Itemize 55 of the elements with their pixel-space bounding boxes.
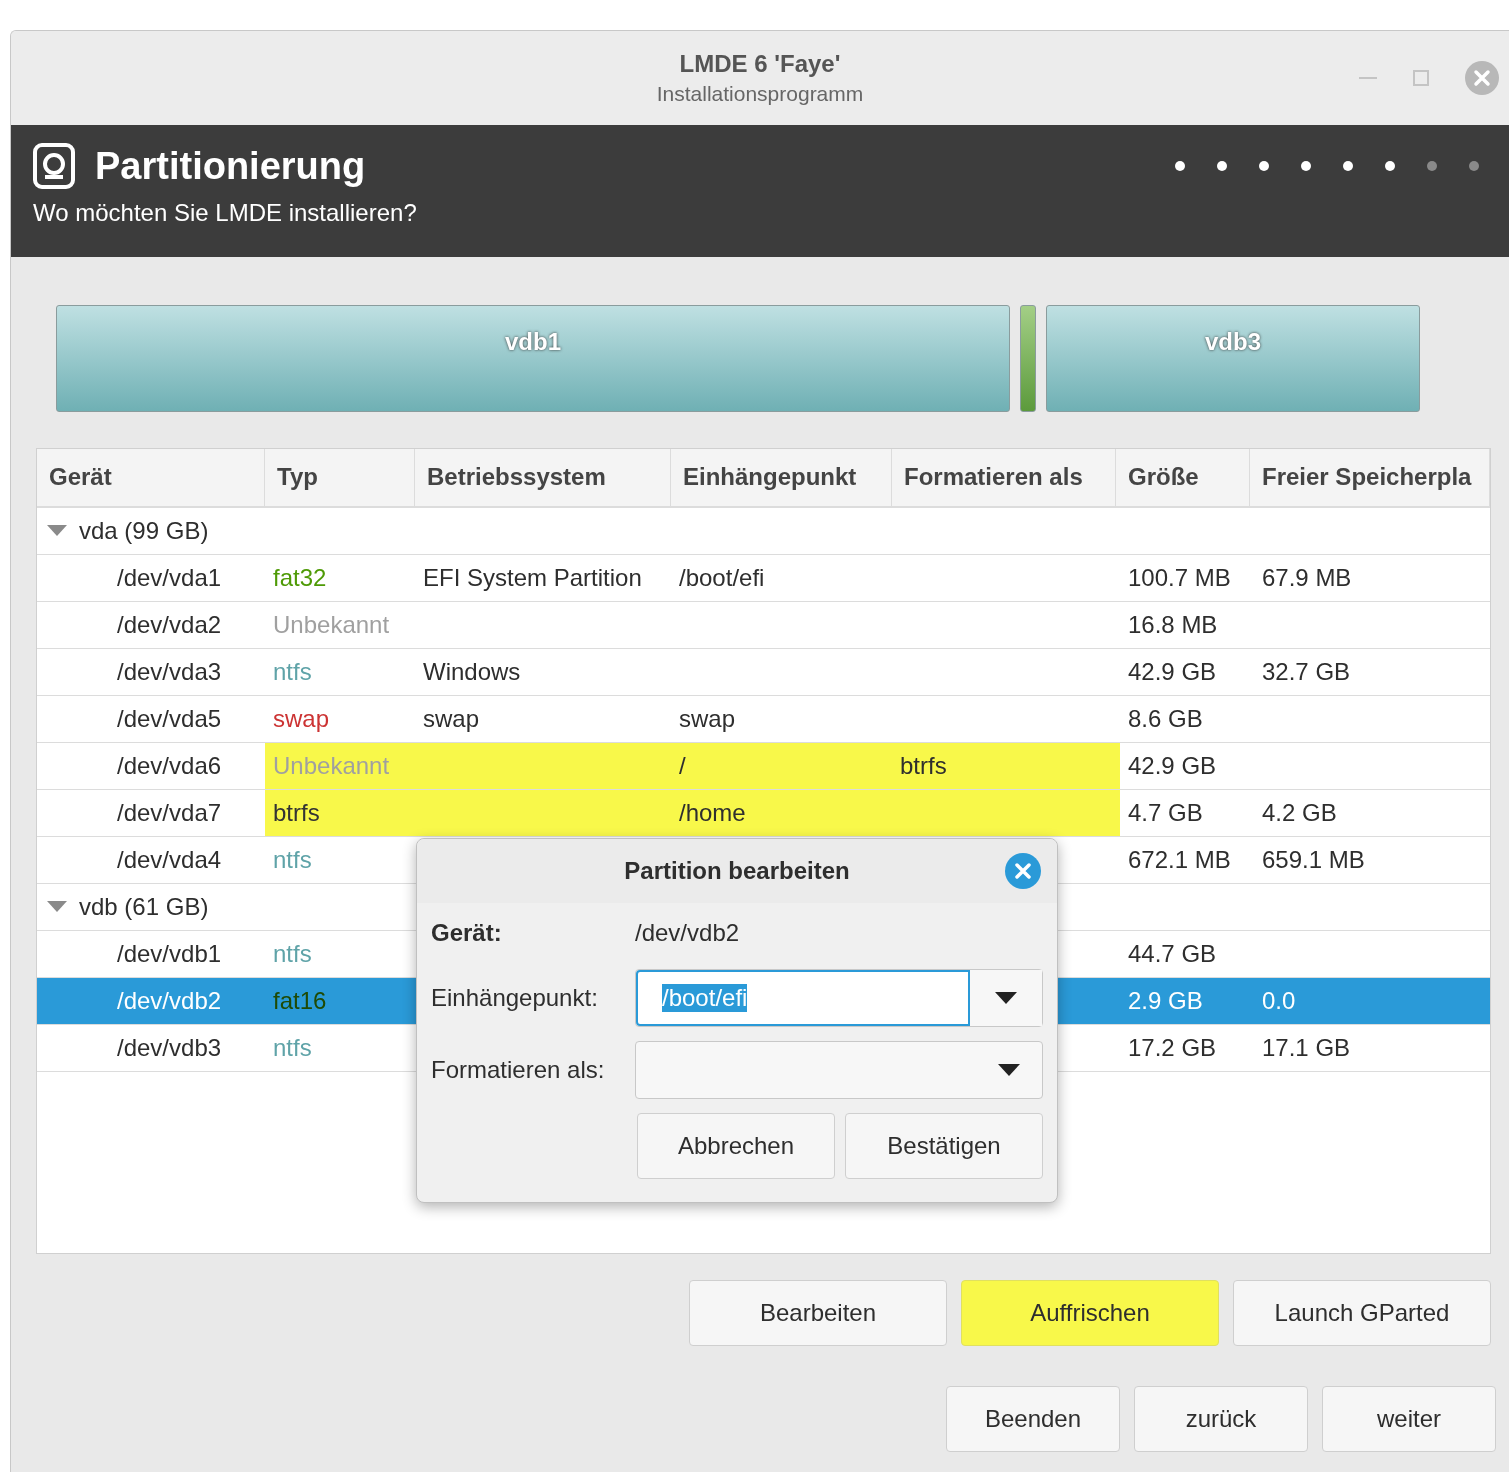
table-cell: /dev/vda1 — [117, 564, 222, 592]
table-cell: 16.8 MB — [1128, 611, 1218, 639]
field-label: Einhängepunkt: — [431, 984, 599, 1012]
table-cell: Unbekannt — [273, 752, 390, 780]
table-cell: 8.6 GB — [1128, 705, 1203, 733]
table-cell: 67.9 MB — [1262, 564, 1352, 592]
table-cell: 4.2 GB — [1262, 799, 1337, 827]
table-cell: 100.7 MB — [1128, 564, 1231, 592]
table-cell: /boot/efi — [679, 564, 765, 592]
table-cell: /home — [679, 799, 746, 827]
table-cell: EFI System Partition — [423, 564, 642, 592]
table-cell: 659.1 MB — [1262, 846, 1365, 874]
table-cell: /dev/vda5 — [117, 705, 222, 733]
dialog-title: Partition bearbeiten — [624, 857, 850, 885]
device-value: /dev/vdb2 — [635, 919, 740, 947]
table-cell: /dev/vda6 — [117, 752, 222, 780]
table-cell: Windows — [423, 658, 521, 686]
table-cell: /dev/vda2 — [117, 611, 222, 639]
table-cell: /dev/vdb1 — [117, 940, 222, 968]
table-cell: /dev/vda7 — [117, 799, 222, 827]
table-cell: btrfs — [900, 752, 947, 780]
table-cell: ntfs — [273, 940, 312, 968]
table-cell: /dev/vdb3 — [117, 1034, 222, 1062]
table-cell: /dev/vdb2 — [117, 987, 222, 1015]
table-cell: Unbekannt — [273, 611, 390, 639]
table-cell: 2.9 GB — [1128, 987, 1203, 1015]
table-cell: swap — [679, 705, 736, 733]
table-cell: vdb (61 GB) — [79, 893, 209, 921]
table-cell: swap — [423, 705, 480, 733]
table-cell: 17.1 GB — [1262, 1034, 1351, 1062]
window-title: LMDE 6 'Faye' — [678, 50, 842, 78]
window-subtitle: Installationsprogramm — [656, 82, 864, 106]
table-cell: 672.1 MB — [1128, 846, 1231, 874]
table-cell: 0.0 — [1262, 987, 1296, 1015]
table-cell: ntfs — [273, 658, 312, 686]
table-cell: / — [679, 752, 686, 780]
page-title: Partitionierung — [95, 144, 366, 188]
table-cell: ntfs — [273, 846, 312, 874]
table-cell: 4.7 GB — [1128, 799, 1203, 827]
table-cell: 42.9 GB — [1128, 658, 1217, 686]
table-cell: ntfs — [273, 1034, 312, 1062]
field-label: Gerät: — [431, 919, 503, 947]
table-cell: 32.7 GB — [1262, 658, 1351, 686]
table-cell: swap — [273, 705, 330, 733]
table-cell: /dev/vda4 — [117, 846, 222, 874]
table-cell: 44.7 GB — [1128, 940, 1217, 968]
table-cell: fat16 — [273, 987, 327, 1015]
field-label: Formatieren als: — [431, 1056, 606, 1084]
table-cell: vda (99 GB) — [79, 517, 209, 545]
table-cell: 42.9 GB — [1128, 752, 1217, 780]
page-subtitle: Wo möchten Sie LMDE installieren? — [33, 199, 418, 227]
table-cell: /dev/vda3 — [117, 658, 222, 686]
table-cell: btrfs — [273, 799, 320, 827]
table-cell: 17.2 GB — [1128, 1034, 1217, 1062]
table-cell: fat32 — [273, 564, 327, 592]
